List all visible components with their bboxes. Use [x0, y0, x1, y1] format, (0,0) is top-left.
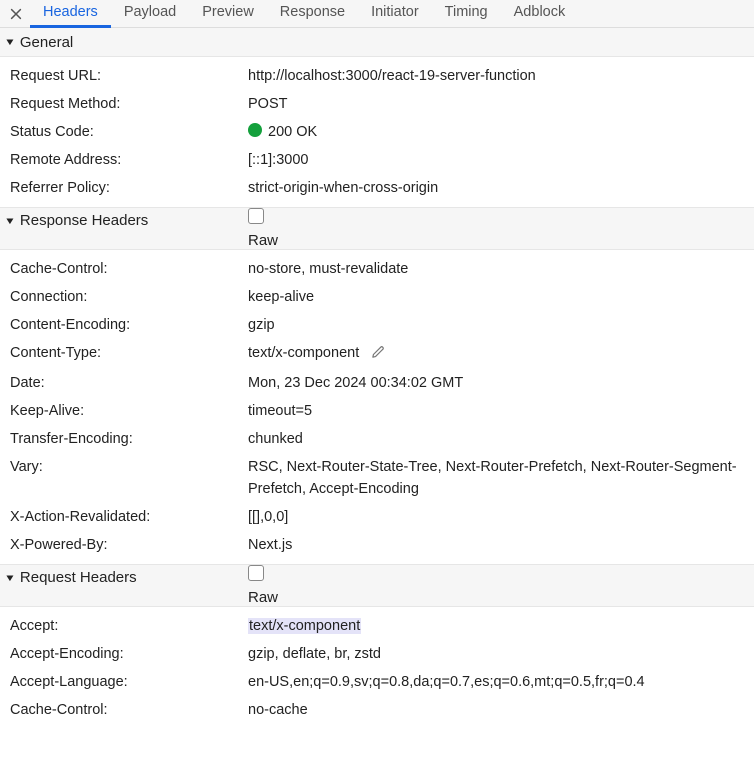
header-label: Transfer-Encoding:: [10, 428, 248, 450]
table-row: Transfer-Encoding: chunked: [0, 425, 754, 453]
raw-label: Raw: [248, 232, 754, 249]
section-header-response-headers[interactable]: ▼ Response Headers Raw: [0, 207, 754, 250]
header-value: gzip: [248, 314, 754, 336]
header-label: Request Method:: [10, 93, 248, 115]
header-value: en-US,en;q=0.9,sv;q=0.8,da;q=0.7,es;q=0.…: [248, 671, 754, 693]
tab-adblock[interactable]: Adblock: [501, 0, 579, 28]
tab-payload[interactable]: Payload: [111, 0, 189, 28]
table-row: X-Action-Revalidated: [[],0,0]: [0, 503, 754, 531]
tab-response[interactable]: Response: [267, 0, 358, 28]
header-label: Remote Address:: [10, 149, 248, 171]
table-row: Request Method: POST: [0, 90, 754, 118]
header-value: Next.js: [248, 534, 754, 556]
table-row: Accept: text/x-component: [0, 612, 754, 640]
raw-checkbox[interactable]: [248, 565, 264, 581]
header-value: [[],0,0]: [248, 506, 754, 528]
tab-timing[interactable]: Timing: [432, 0, 501, 28]
header-value: Mon, 23 Dec 2024 00:34:02 GMT: [248, 372, 754, 394]
table-row: Cache-Control: no-store, must-revalidate: [0, 255, 754, 283]
disclosure-icon[interactable]: ▼: [4, 215, 16, 226]
header-value: no-store, must-revalidate: [248, 258, 754, 280]
edit-icon[interactable]: [371, 344, 386, 366]
header-value: 200 OK: [248, 121, 754, 143]
disclosure-icon[interactable]: ▼: [4, 572, 16, 583]
header-value: strict-origin-when-cross-origin: [248, 177, 754, 199]
header-label: Keep-Alive:: [10, 400, 248, 422]
table-row: Request URL: http://localhost:3000/react…: [0, 62, 754, 90]
section-header-general[interactable]: ▼ General: [0, 28, 754, 57]
raw-checkbox[interactable]: [248, 208, 264, 224]
header-value: timeout=5: [248, 400, 754, 422]
table-row: Accept-Encoding: gzip, deflate, br, zstd: [0, 640, 754, 668]
header-label: X-Action-Revalidated:: [10, 506, 248, 528]
header-label: X-Powered-By:: [10, 534, 248, 556]
header-label: Cache-Control:: [10, 699, 248, 721]
header-value: no-cache: [248, 699, 754, 721]
table-row: Content-Type: text/x-component: [0, 339, 754, 369]
raw-label: Raw: [248, 589, 754, 606]
header-label: Referrer Policy:: [10, 177, 248, 199]
header-label: Accept:: [10, 615, 248, 637]
status-text: 200 OK: [268, 124, 317, 140]
header-value: POST: [248, 93, 754, 115]
table-row: Cache-Control: no-cache: [0, 696, 754, 724]
header-value: gzip, deflate, br, zstd: [248, 643, 754, 665]
header-label: Accept-Language:: [10, 671, 248, 693]
section-body-general: Request URL: http://localhost:3000/react…: [0, 57, 754, 207]
header-value: RSC, Next-Router-State-Tree, Next-Router…: [248, 456, 754, 500]
header-value: http://localhost:3000/react-19-server-fu…: [248, 65, 754, 87]
tab-initiator[interactable]: Initiator: [358, 0, 432, 28]
header-label: Request URL:: [10, 65, 248, 87]
table-row: Accept-Language: en-US,en;q=0.9,sv;q=0.8…: [0, 668, 754, 696]
tab-preview[interactable]: Preview: [189, 0, 267, 28]
close-icon[interactable]: [2, 0, 30, 28]
section-body-request-headers: Accept: text/x-component Accept-Encoding…: [0, 607, 754, 729]
x-icon: [9, 7, 23, 21]
table-row: Vary: RSC, Next-Router-State-Tree, Next-…: [0, 453, 754, 503]
pencil-icon: [371, 344, 386, 359]
header-label: Accept-Encoding:: [10, 643, 248, 665]
tab-headers[interactable]: Headers: [30, 0, 111, 28]
table-row: Status Code: 200 OK: [0, 118, 754, 146]
header-value: [::1]:3000: [248, 149, 754, 171]
header-value: keep-alive: [248, 286, 754, 308]
table-row: Date: Mon, 23 Dec 2024 00:34:02 GMT: [0, 369, 754, 397]
section-title-request-headers: Request Headers: [20, 569, 137, 586]
header-label: Date:: [10, 372, 248, 394]
table-row: Content-Encoding: gzip: [0, 311, 754, 339]
table-row: Remote Address: [::1]:3000: [0, 146, 754, 174]
header-label: Vary:: [10, 456, 248, 478]
header-value: text/x-component: [248, 615, 754, 637]
header-value: text/x-component: [248, 342, 754, 366]
tabs-bar: Headers Payload Preview Response Initiat…: [0, 0, 754, 28]
header-value-text: text/x-component: [248, 345, 359, 361]
table-row: Connection: keep-alive: [0, 283, 754, 311]
header-label: Connection:: [10, 286, 248, 308]
header-label: Status Code:: [10, 121, 248, 143]
table-row: Keep-Alive: timeout=5: [0, 397, 754, 425]
section-header-request-headers[interactable]: ▼ Request Headers Raw: [0, 564, 754, 607]
status-dot-icon: [248, 123, 262, 137]
header-label: Cache-Control:: [10, 258, 248, 280]
disclosure-icon[interactable]: ▼: [4, 36, 16, 47]
header-label: Content-Encoding:: [10, 314, 248, 336]
section-title-response-headers: Response Headers: [20, 212, 148, 229]
table-row: X-Powered-By: Next.js: [0, 531, 754, 559]
table-row: Referrer Policy: strict-origin-when-cros…: [0, 174, 754, 202]
highlighted-value: text/x-component: [248, 618, 361, 634]
section-body-response-headers: Cache-Control: no-store, must-revalidate…: [0, 250, 754, 564]
header-value: chunked: [248, 428, 754, 450]
header-label: Content-Type:: [10, 342, 248, 364]
section-title-general: General: [20, 34, 73, 51]
